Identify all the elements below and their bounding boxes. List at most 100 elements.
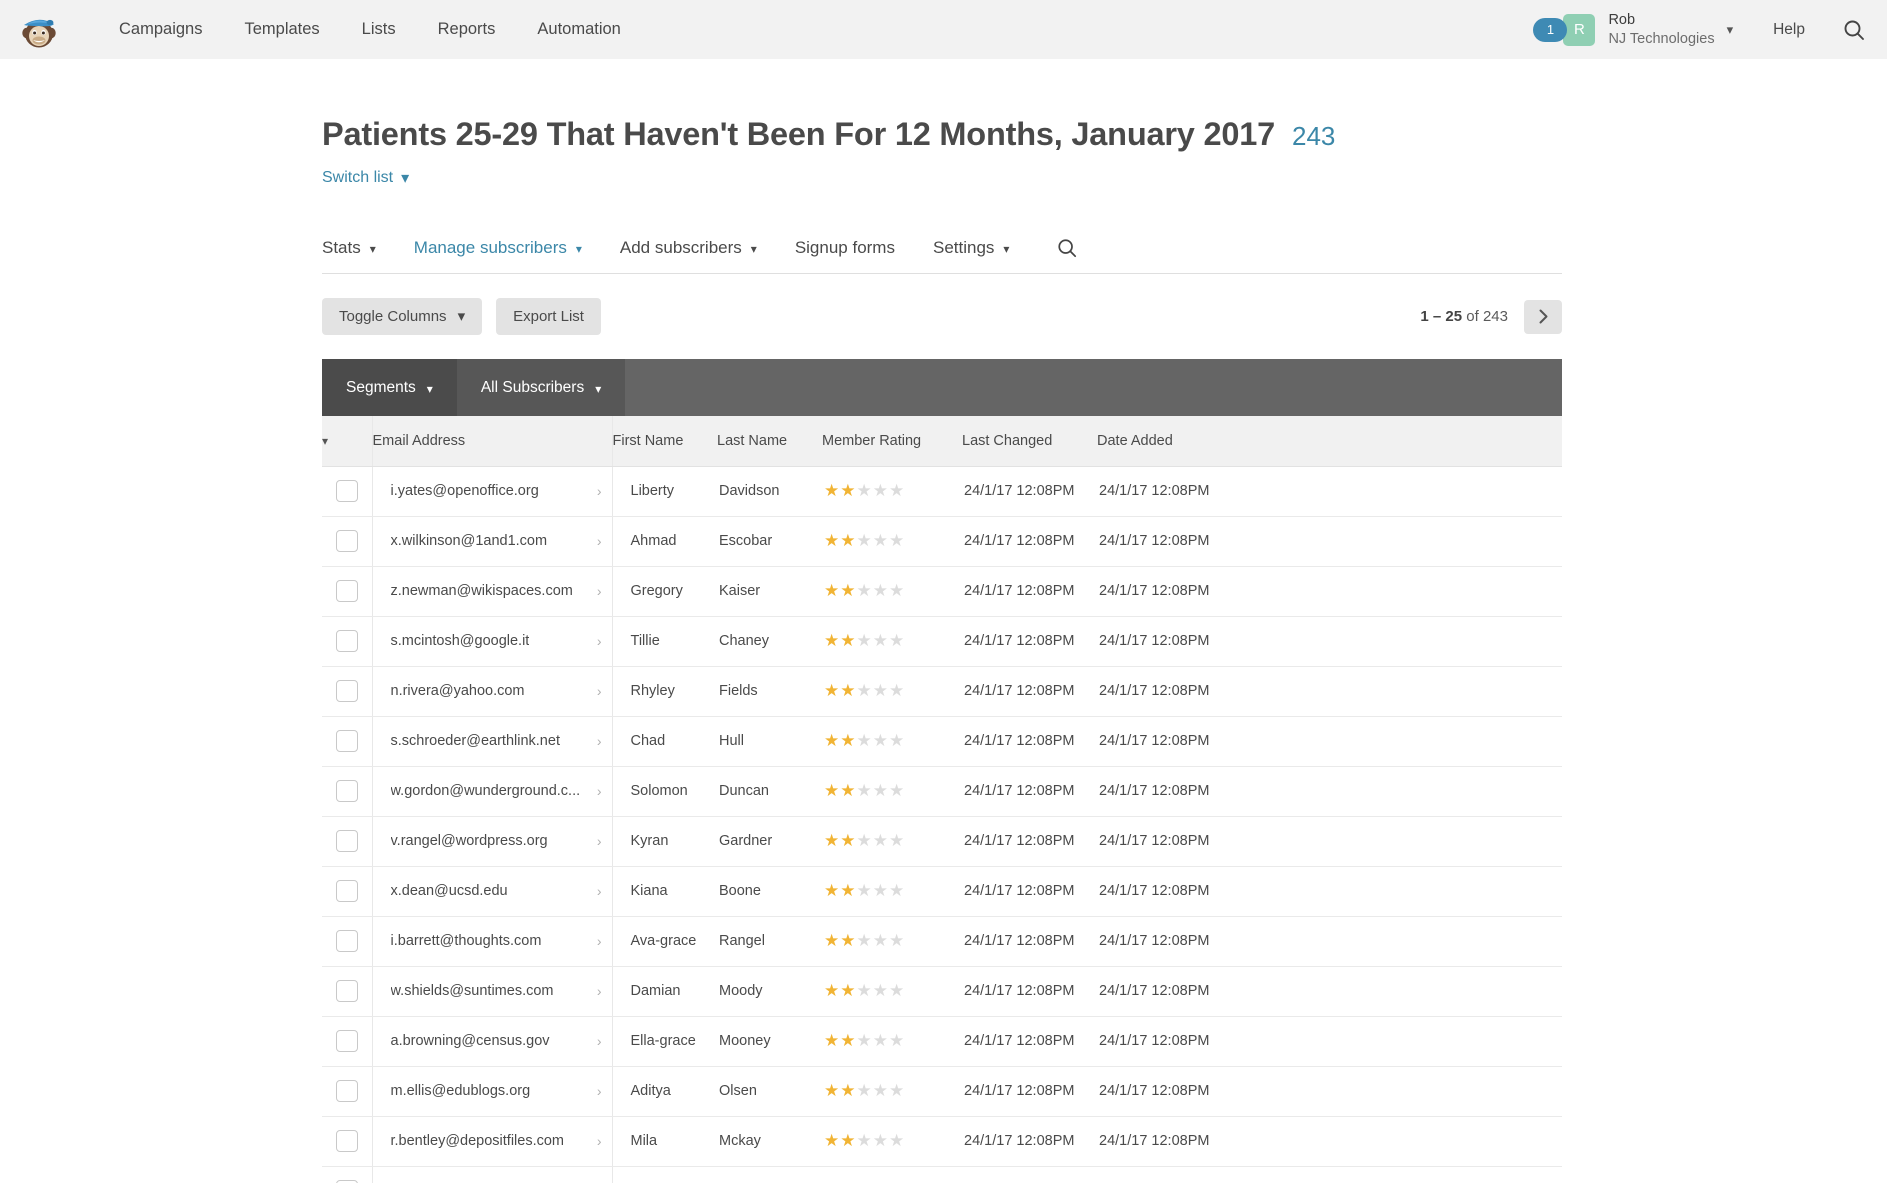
list-search-icon[interactable]	[1057, 238, 1077, 258]
table-row[interactable]: n.rivera@yahoo.com›RhyleyFields★★★★★24/1…	[322, 666, 1562, 716]
table-row[interactable]: i.yates@openoffice.org›LibertyDavidson★★…	[322, 466, 1562, 516]
chevron-right-icon[interactable]: ›	[597, 883, 602, 899]
cell-last-name: Duncan	[717, 766, 822, 816]
chevron-right-icon[interactable]: ›	[597, 683, 602, 699]
tab-stats[interactable]: Stats	[322, 238, 376, 258]
row-checkbox[interactable]	[336, 1080, 358, 1102]
table-row[interactable]: i.barrett@thoughts.com›Ava-graceRangel★★…	[322, 916, 1562, 966]
chevron-right-icon[interactable]: ›	[597, 983, 602, 999]
chevron-right-icon[interactable]: ›	[597, 583, 602, 599]
column-header-date-added[interactable]: Date Added	[1097, 416, 1297, 466]
table-row[interactable]: w.shields@suntimes.com›DamianMoody★★★★★2…	[322, 966, 1562, 1016]
star-icon: ★	[857, 1081, 873, 1100]
account-user-name: Rob	[1608, 11, 1714, 29]
all-subscribers-dropdown[interactable]: All Subscribers	[457, 359, 625, 416]
nav-link-templates[interactable]: Templates	[223, 2, 340, 57]
row-checkbox[interactable]	[336, 630, 358, 652]
avatar[interactable]: 1 R	[1533, 14, 1595, 46]
segments-dropdown[interactable]: Segments	[322, 359, 457, 416]
chevron-right-icon[interactable]: ›	[597, 733, 602, 749]
table-row[interactable]: r.bentley@depositfiles.com›MilaMckay★★★★…	[322, 1116, 1562, 1166]
table-header-row: Email Address First Name Last Name Membe…	[322, 416, 1562, 466]
search-icon[interactable]	[1843, 19, 1865, 41]
row-checkbox[interactable]	[336, 480, 358, 502]
row-checkbox[interactable]	[336, 980, 358, 1002]
chevron-right-icon[interactable]: ›	[597, 933, 602, 949]
chevron-right-icon[interactable]: ›	[597, 783, 602, 799]
nav-link-lists[interactable]: Lists	[341, 2, 417, 57]
column-header-last-name[interactable]: Last Name	[717, 416, 822, 466]
row-checkbox[interactable]	[336, 830, 358, 852]
row-checkbox[interactable]	[336, 880, 358, 902]
tab-settings-label: Settings	[933, 238, 994, 258]
star-icon: ★	[840, 981, 856, 1000]
next-page-button[interactable]	[1524, 300, 1562, 334]
star-icon: ★	[889, 531, 905, 550]
cell-member-rating: ★★★★★	[822, 866, 962, 916]
row-checkbox[interactable]	[336, 1030, 358, 1052]
table-row[interactable]: x.wilkinson@1and1.com›AhmadEscobar★★★★★2…	[322, 516, 1562, 566]
chevron-down-icon[interactable]	[1723, 16, 1738, 44]
row-checkbox[interactable]	[336, 780, 358, 802]
chevron-right-icon[interactable]: ›	[597, 1083, 602, 1099]
table-row[interactable]: v.rangel@wordpress.org›KyranGardner★★★★★…	[322, 816, 1562, 866]
nav-link-reports[interactable]: Reports	[417, 2, 517, 57]
column-header-member-rating[interactable]: Member Rating	[822, 416, 962, 466]
star-icon: ★	[889, 631, 905, 650]
chevron-down-icon[interactable]	[322, 434, 328, 448]
notification-badge[interactable]: 1	[1533, 18, 1567, 42]
chevron-right-icon[interactable]: ›	[597, 633, 602, 649]
nav-link-campaigns[interactable]: Campaigns	[98, 2, 223, 57]
row-checkbox[interactable]	[336, 930, 358, 952]
content-wrapper: Patients 25-29 That Haven't Been For 12 …	[322, 59, 1562, 1183]
row-checkbox[interactable]	[336, 1130, 358, 1152]
column-header-last-changed[interactable]: Last Changed	[962, 416, 1097, 466]
table-row[interactable]: s.schroeder@earthlink.net›ChadHull★★★★★2…	[322, 716, 1562, 766]
account-menu[interactable]: Rob NJ Technologies	[1608, 11, 1714, 47]
chevron-right-icon[interactable]: ›	[597, 1133, 602, 1149]
row-checkbox[interactable]	[336, 730, 358, 752]
tab-signup-forms[interactable]: Signup forms	[795, 238, 895, 258]
table-row[interactable]: z.newman@wikispaces.com›GregoryKaiser★★★…	[322, 566, 1562, 616]
tab-add-subscribers[interactable]: Add subscribers	[620, 238, 757, 258]
row-checkbox[interactable]	[336, 680, 358, 702]
cell-member-rating: ★★★★★	[822, 666, 962, 716]
table-row[interactable]: m.ellis@edublogs.org›AdityaOlsen★★★★★24/…	[322, 1066, 1562, 1116]
star-icon: ★	[840, 1081, 856, 1100]
select-all-header[interactable]	[322, 416, 372, 466]
cell-spacer	[1297, 1116, 1562, 1166]
email-address-text: s.mcintosh@google.it	[391, 633, 530, 649]
table-row[interactable]: m.sharp@gizmodo.com›LennyMercer★★★★★24/1…	[322, 1166, 1562, 1183]
cell-spacer	[1297, 966, 1562, 1016]
table-row[interactable]: s.mcintosh@google.it›TillieChaney★★★★★24…	[322, 616, 1562, 666]
cell-first-name: Lenny	[612, 1166, 717, 1183]
star-rating: ★★★★★	[824, 882, 905, 899]
table-row[interactable]: w.gordon@wunderground.c...›SolomonDuncan…	[322, 766, 1562, 816]
chevron-right-icon[interactable]: ›	[597, 1033, 602, 1049]
table-row[interactable]: x.dean@ucsd.edu›KianaBoone★★★★★24/1/17 1…	[322, 866, 1562, 916]
cell-first-name: Ava-grace	[612, 916, 717, 966]
mailchimp-freddie-logo[interactable]	[18, 9, 60, 51]
chevron-right-icon[interactable]: ›	[597, 833, 602, 849]
cell-last-name: Mckay	[717, 1116, 822, 1166]
cell-member-rating: ★★★★★	[822, 566, 962, 616]
table-row[interactable]: a.browning@census.gov›Ella-graceMooney★★…	[322, 1016, 1562, 1066]
tab-manage-subscribers[interactable]: Manage subscribers	[414, 238, 582, 258]
cell-spacer	[1297, 666, 1562, 716]
chevron-right-icon[interactable]: ›	[597, 483, 602, 499]
star-icon: ★	[824, 781, 840, 800]
toggle-columns-button[interactable]: Toggle Columns	[322, 298, 482, 335]
toggle-columns-label: Toggle Columns	[339, 309, 447, 324]
export-list-button[interactable]: Export List	[496, 298, 601, 335]
row-checkbox[interactable]	[336, 530, 358, 552]
star-icon: ★	[889, 981, 905, 1000]
switch-list-dropdown[interactable]: Switch list	[322, 168, 409, 188]
row-checkbox[interactable]	[336, 580, 358, 602]
help-link[interactable]: Help	[1773, 21, 1805, 39]
column-header-first-name[interactable]: First Name	[612, 416, 717, 466]
nav-link-automation[interactable]: Automation	[516, 2, 641, 57]
column-header-email-address[interactable]: Email Address	[372, 416, 612, 466]
star-icon: ★	[824, 1131, 840, 1150]
chevron-right-icon[interactable]: ›	[597, 533, 602, 549]
tab-settings[interactable]: Settings	[933, 238, 1009, 258]
